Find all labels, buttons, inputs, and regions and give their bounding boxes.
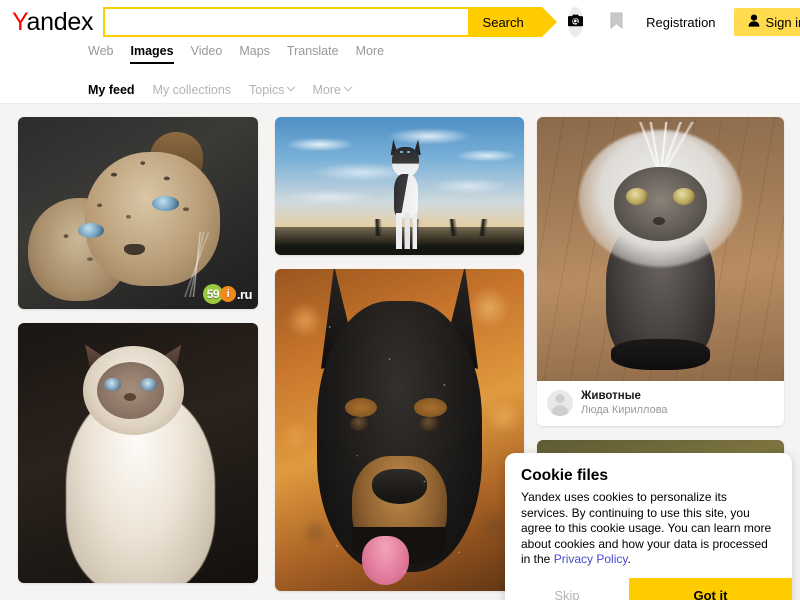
search-input[interactable] [103, 7, 469, 37]
privacy-policy-link[interactable]: Privacy Policy [554, 552, 628, 566]
service-tabs: Web Images Video Maps Translate More [0, 44, 800, 72]
cookie-dialog-body: Cookie files Yandex uses cookies to pers… [505, 453, 792, 578]
image-thumbnail[interactable] [275, 117, 524, 255]
cookie-dialog-title: Cookie files [521, 467, 608, 484]
tab-more[interactable]: More [356, 44, 384, 64]
image-card-leopard[interactable]: 59 i .ru [18, 117, 258, 309]
camera-search-button[interactable] [568, 7, 584, 37]
user-icon [748, 14, 760, 30]
logo-letter-y: Y [12, 7, 27, 36]
tab-web[interactable]: Web [88, 44, 113, 64]
bookmark-button[interactable] [609, 10, 624, 34]
cookie-skip-button[interactable]: Skip [505, 578, 629, 600]
photo-doberman-dog [275, 269, 524, 591]
image-card-birman-cat[interactable] [18, 323, 258, 583]
subnav-my-collections-label: My collections [152, 82, 232, 97]
yandex-images-page: Yandex Search Registration Sign i Web Im… [0, 0, 800, 600]
page-header: Yandex Search Registration Sign i [0, 0, 800, 44]
feed-column-2 [275, 117, 524, 600]
avatar [547, 390, 573, 416]
photo-fluffy-white-cat [18, 323, 258, 583]
feed-column-1: 59 i .ru [18, 117, 258, 597]
image-card-husky[interactable] [275, 117, 524, 255]
cookie-dialog-actions: Skip Got it [505, 577, 792, 600]
image-thumbnail[interactable] [18, 323, 258, 583]
subnav-my-feed-label: My feed [88, 82, 135, 97]
subnav-more[interactable]: More [312, 82, 353, 97]
watermark-part-3: .ru [236, 286, 253, 302]
image-thumbnail[interactable]: 59 i .ru [18, 117, 258, 309]
chevron-down-icon [343, 82, 353, 91]
image-card-kitten[interactable]: Животные Люда Кириллова [537, 117, 784, 426]
cookie-accept-button[interactable]: Got it [628, 577, 792, 600]
registration-link[interactable]: Registration [646, 15, 715, 30]
collection-author[interactable]: Люда Кириллова [581, 403, 668, 417]
tab-translate[interactable]: Translate [287, 44, 339, 64]
sign-in-label: Sign in [765, 14, 800, 30]
tab-maps[interactable]: Maps [239, 44, 270, 64]
subnav-more-label: More [312, 82, 341, 97]
photo-husky-at-sunset [275, 117, 524, 255]
subnav-my-feed[interactable]: My feed [88, 83, 135, 97]
subnav-topics[interactable]: Topics [249, 82, 296, 97]
search-bar: Search [103, 7, 558, 37]
logo-rest: andex [26, 7, 94, 36]
feed-subnav: My feed My collections Topics More [0, 76, 800, 104]
tab-video[interactable]: Video [191, 44, 223, 64]
subnav-my-collections[interactable]: My collections [153, 83, 232, 97]
image-thumbnail[interactable] [275, 269, 524, 591]
cookie-dialog-text: Yandex uses cookies to personalize its s… [521, 490, 776, 568]
photo-leopard-cub: 59 i .ru [18, 117, 258, 309]
sign-in-button[interactable]: Sign in [733, 8, 800, 36]
image-card-doberman[interactable] [275, 269, 524, 591]
watermark-59i-ru: 59 i .ru [202, 284, 253, 304]
photo-fluffy-kitten [537, 117, 784, 381]
bookmark-icon [609, 12, 624, 33]
card-meta-text: Животные Люда Кириллова [581, 389, 668, 417]
cookie-dialog: Cookie files Yandex uses cookies to pers… [505, 453, 792, 600]
subnav-topics-label: Topics [249, 82, 285, 97]
tab-images[interactable]: Images [130, 44, 174, 64]
cookie-text-after-link: . [627, 552, 631, 566]
camera-search-icon [568, 14, 584, 30]
collection-title[interactable]: Животные [581, 389, 668, 403]
chevron-down-icon [287, 82, 296, 91]
card-meta[interactable]: Животные Люда Кириллова [537, 381, 784, 426]
yandex-logo[interactable]: Yandex [12, 7, 94, 36]
image-thumbnail[interactable] [537, 117, 784, 381]
watermark-part-2: i [219, 286, 236, 302]
search-button[interactable]: Search [468, 7, 558, 37]
